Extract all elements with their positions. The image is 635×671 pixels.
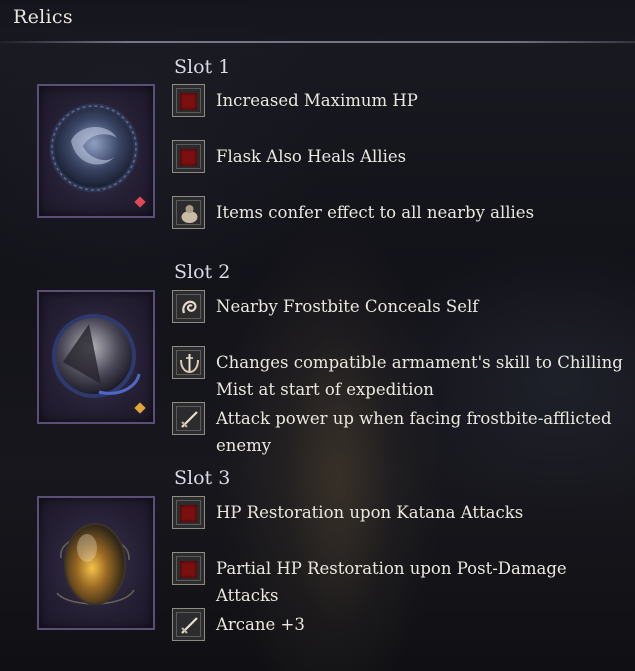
effect-icon-2-1 xyxy=(172,290,205,323)
effect-text-2-1: Nearby Frostbite Conceals Self xyxy=(216,297,479,316)
relic-slot-1[interactable] xyxy=(37,84,155,218)
armament-skill-icon xyxy=(180,354,199,374)
effect-icon-3-3 xyxy=(172,608,205,641)
relic-slot-2[interactable] xyxy=(37,290,155,424)
page-title: Relics xyxy=(13,6,73,28)
header-divider xyxy=(0,41,635,43)
slot-3-title: Slot 3 xyxy=(174,467,231,489)
sword-icon xyxy=(181,411,198,428)
effect-icon-3-1 xyxy=(172,496,205,529)
slot-2-title: Slot 2 xyxy=(174,261,231,283)
ice-relic-icon xyxy=(52,314,141,398)
effect-icon-3-2 xyxy=(172,552,205,585)
slot-1-title: Slot 1 xyxy=(174,56,231,78)
effect-icon-1-3 xyxy=(172,196,205,229)
red-square-icon xyxy=(180,561,197,578)
swirl-icon xyxy=(182,300,197,314)
effect-icon-1-1 xyxy=(172,84,205,117)
effect-text-3-3: Arcane +3 xyxy=(216,615,305,634)
effect-text-2-3: Attack power up when facing frostbite-af… xyxy=(216,409,612,455)
effect-text-1-2: Flask Also Heals Allies xyxy=(216,147,407,166)
effect-text-2-2: Changes compatible armament's skill to C… xyxy=(216,353,623,399)
red-square-icon xyxy=(180,149,197,166)
effect-text-1-1: Increased Maximum HP xyxy=(216,91,418,110)
red-square-icon xyxy=(180,93,197,110)
effect-icon-2-3 xyxy=(172,402,205,435)
pouch-icon xyxy=(181,205,198,223)
relic-slot-3[interactable] xyxy=(37,496,155,630)
header-bar xyxy=(0,0,635,42)
effect-text-3-1: HP Restoration upon Katana Attacks xyxy=(216,503,524,522)
effect-text-3-2: Partial HP Restoration upon Post-Damage … xyxy=(216,559,567,605)
effect-icon-1-2 xyxy=(172,140,205,173)
amber-egg-relic-icon xyxy=(56,523,135,605)
sword-icon xyxy=(181,617,198,634)
effect-icon-2-2 xyxy=(172,346,205,379)
frost-orb-relic-icon xyxy=(49,103,139,193)
red-square-icon xyxy=(180,505,197,522)
effect-text-1-3: Items confer effect to all nearby allies xyxy=(216,203,535,222)
